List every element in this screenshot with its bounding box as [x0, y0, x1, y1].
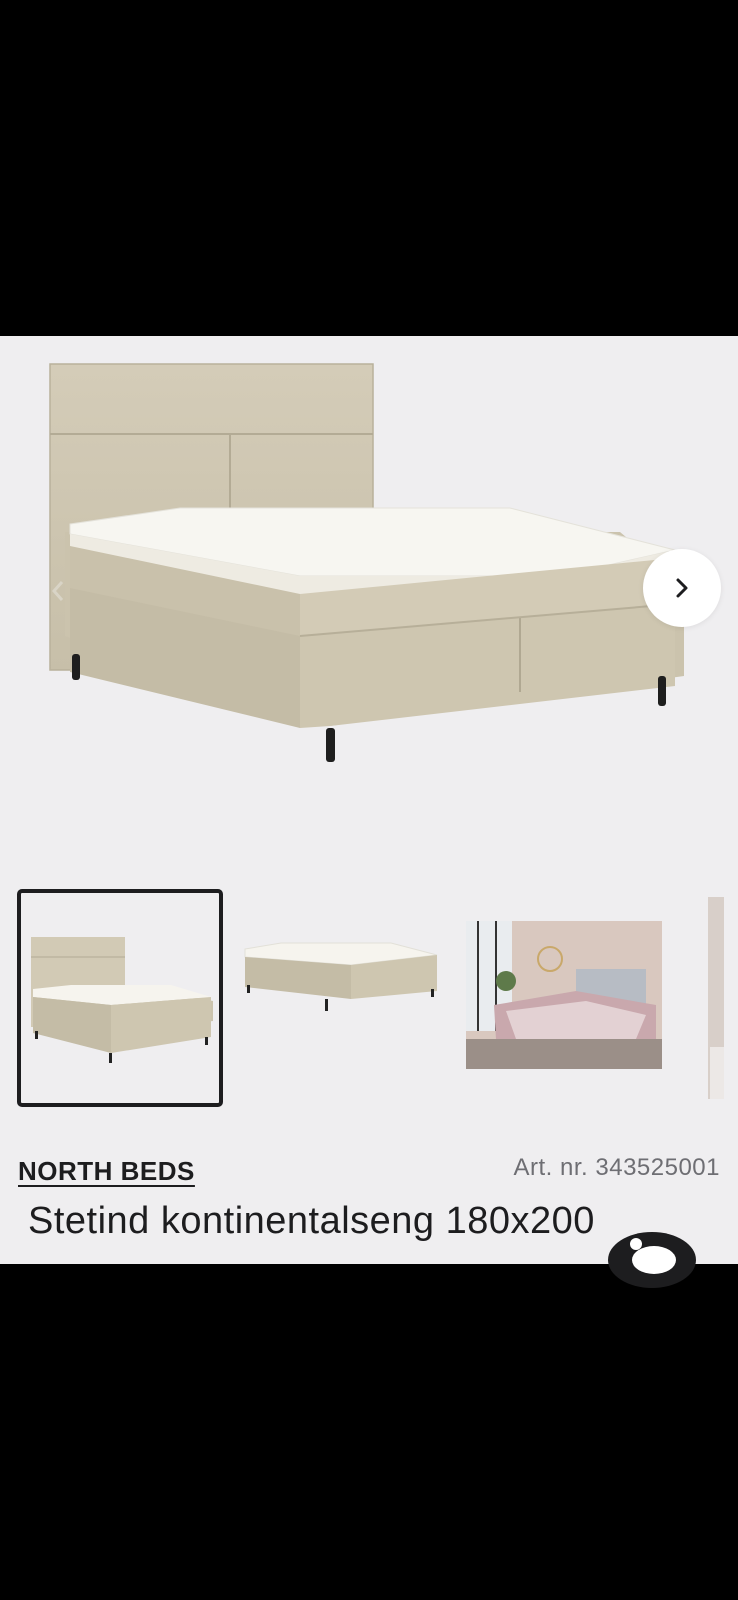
article-number: Art. nr. 343525001 — [513, 1154, 720, 1181]
brand-link[interactable]: NORTH BEDS — [18, 1156, 195, 1187]
product-page: NORTH BEDS Art. nr. 343525001 Stetind ko… — [0, 336, 738, 1264]
bed-illustration — [49, 363, 684, 762]
brand-row: NORTH BEDS Art. nr. 343525001 — [0, 1144, 738, 1204]
chat-bubble-icon[interactable] — [606, 1232, 698, 1294]
chevron-right-icon — [676, 578, 688, 598]
next-image-button[interactable] — [643, 549, 721, 627]
bed-without-headboard-thumb — [244, 942, 438, 1011]
screen: NORTH BEDS Art. nr. 343525001 Stetind ko… — [0, 0, 738, 1600]
product-title: Stetind kontinentalseng 180x200 — [28, 1200, 595, 1242]
thumbnail-strip — [0, 889, 738, 1113]
chevron-left-icon[interactable] — [48, 576, 68, 606]
bed-with-headboard-thumb — [31, 937, 213, 1063]
thumbnail-1[interactable] — [17, 889, 223, 1107]
main-product-image[interactable] — [0, 336, 738, 856]
thumbnail-2[interactable] — [241, 919, 441, 1079]
partial-next-image-thumb — [708, 897, 724, 1099]
thumbnail-4[interactable] — [708, 897, 724, 1099]
thumbnail-3[interactable] — [466, 921, 662, 1069]
bedroom-scene-thumb — [466, 921, 662, 1069]
